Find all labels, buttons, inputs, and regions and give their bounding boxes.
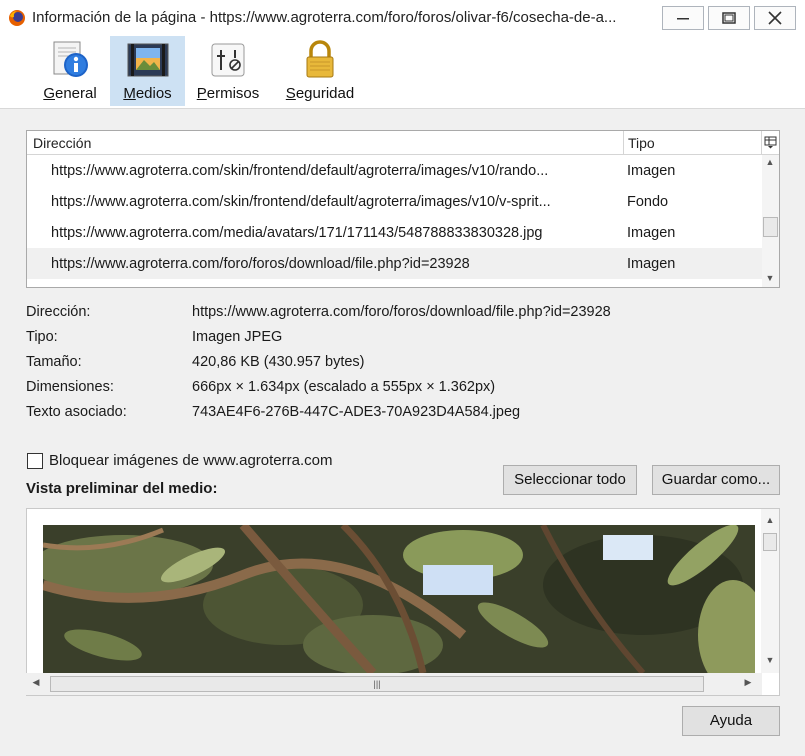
permissions-icon: [211, 43, 245, 77]
save-as-button[interactable]: Guardar como...: [652, 465, 780, 495]
select-all-button[interactable]: Seleccionar todo: [503, 465, 637, 495]
column-header-address[interactable]: Dirección: [33, 135, 91, 151]
media-row[interactable]: https://www.agroterra.com/media/avatars/…: [27, 217, 762, 248]
olive-branches-image: [43, 525, 755, 673]
detail-label: Tipo:: [26, 329, 58, 345]
preview-hscrollbar[interactable]: ◀ ||| ▶: [26, 673, 762, 695]
column-picker-icon[interactable]: [764, 136, 777, 149]
maximize-icon: [722, 12, 736, 24]
tab-permisos-label: Permisos: [196, 85, 260, 102]
media-row-type: Imagen: [627, 256, 676, 272]
scroll-left-icon[interactable]: ◀: [28, 677, 44, 688]
firefox-icon: [9, 10, 25, 26]
media-list-header: Dirección Tipo: [27, 131, 779, 155]
checkbox[interactable]: [27, 453, 43, 469]
help-button[interactable]: Ayuda: [682, 706, 780, 736]
preview-vscrollbar[interactable]: ▲ ▼: [761, 509, 779, 673]
column-separator[interactable]: [623, 131, 624, 154]
tab-seguridad-label: Seguridad: [285, 85, 355, 102]
title-bar: Información de la página - https://www.a…: [0, 0, 805, 37]
media-row-type: Imagen: [627, 225, 676, 241]
media-row[interactable]: https://www.agroterra.com/skin/frontend/…: [27, 155, 762, 186]
media-icon: [127, 43, 168, 77]
preview-image: [43, 525, 755, 673]
scroll-down-icon[interactable]: ▼: [762, 655, 778, 665]
media-row-url: https://www.agroterra.com/skin/frontend/…: [51, 194, 551, 210]
block-images-label: Bloquear imágenes de www.agroterra.com: [49, 452, 333, 469]
tab-medios[interactable]: Medios: [110, 36, 185, 106]
tab-medios-label: Medios: [123, 85, 172, 102]
scrollbar-thumb[interactable]: [763, 533, 777, 551]
media-row-selected[interactable]: https://www.agroterra.com/foro/foros/dow…: [27, 248, 762, 279]
preview-label: Vista preliminar del medio:: [26, 480, 218, 497]
media-row-url: https://www.agroterra.com/media/avatars/…: [51, 225, 543, 241]
scroll-up-icon[interactable]: ▲: [762, 157, 778, 167]
media-row-type: Fondo: [627, 194, 669, 210]
detail-value: https://www.agroterra.com/foro/foros/dow…: [192, 304, 611, 320]
page-info-toolbar: General Medios Permisos Seguridad: [0, 36, 805, 109]
scrollbar-thumb[interactable]: [763, 217, 778, 237]
media-list: Dirección Tipo https://www.agroterra.com…: [26, 130, 780, 288]
minimize-button[interactable]: [662, 6, 704, 30]
media-list-scrollbar[interactable]: ▲ ▼: [762, 155, 779, 287]
media-row[interactable]: https://www.agroterra.com/skin/frontend/…: [27, 186, 762, 217]
scroll-up-icon[interactable]: ▲: [762, 515, 778, 525]
window-title: Información de la página - https://www.a…: [32, 9, 617, 26]
detail-label: Tamaño:: [26, 354, 82, 370]
media-row-url: https://www.agroterra.com/foro/foros/dow…: [51, 256, 470, 272]
detail-value: Imagen JPEG: [192, 329, 283, 345]
media-row-type: Imagen: [627, 163, 676, 179]
detail-label: Dimensiones:: [26, 379, 114, 395]
detail-label: Dirección:: [26, 304, 91, 320]
tab-general[interactable]: General: [38, 36, 102, 106]
media-preview: ▲ ▼: [26, 508, 780, 696]
minimize-icon: [677, 18, 689, 20]
detail-label: Texto asociado:: [26, 404, 127, 420]
scroll-down-icon[interactable]: ▼: [762, 273, 778, 283]
detail-value: 420,86 KB (430.957 bytes): [192, 354, 365, 370]
column-separator: [761, 131, 762, 154]
tab-general-label: General: [43, 85, 97, 102]
scrollbar-thumb[interactable]: |||: [50, 676, 704, 692]
detail-value: 666px × 1.634px (escalado a 555px × 1.36…: [192, 379, 496, 395]
media-row-url: https://www.agroterra.com/skin/frontend/…: [51, 163, 549, 179]
tab-permisos[interactable]: Permisos: [192, 36, 264, 106]
info-icon: [53, 41, 88, 77]
tab-seguridad[interactable]: Seguridad: [280, 36, 360, 106]
close-button[interactable]: [754, 6, 796, 30]
scroll-right-icon[interactable]: ▶: [740, 677, 756, 688]
close-icon: [768, 11, 782, 25]
lock-icon: [306, 40, 334, 78]
column-header-type[interactable]: Tipo: [628, 135, 655, 151]
maximize-button[interactable]: [708, 6, 750, 30]
detail-value: 743AE4F6-276B-447C-ADE3-70A923D4A584.jpe…: [192, 404, 521, 420]
